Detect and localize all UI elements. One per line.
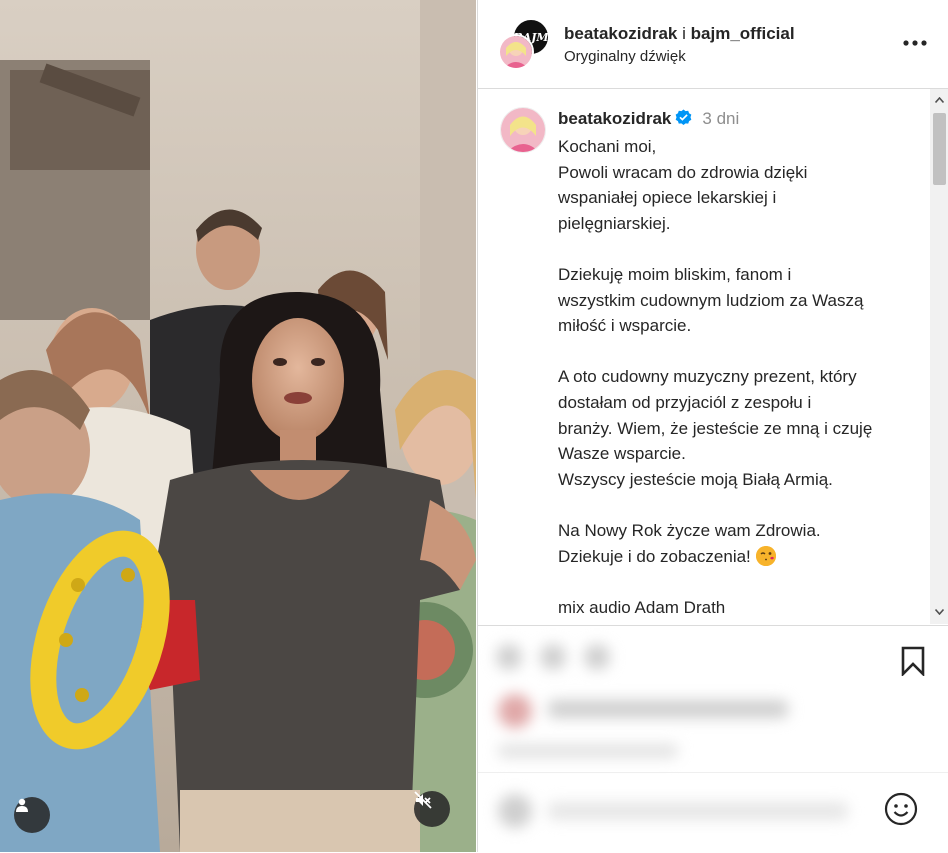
collab-username-link[interactable]: bajm_official <box>691 24 795 43</box>
caption-line: A oto cudowny muzyczny prezent, który <box>558 367 857 387</box>
caption-section: beatakozidrak 3 dni Kochani moi, Powoli w… <box>478 89 930 624</box>
caption-line: mix audio Adam Drath <box>558 597 726 617</box>
blurred-actions-and-comment <box>488 632 888 847</box>
emoji-icon[interactable] <box>884 792 918 831</box>
bookmark-icon[interactable] <box>899 646 927 681</box>
caption-line: Wasze wsparcie. <box>558 444 686 464</box>
audio-link[interactable]: Oryginalny dźwięk <box>564 48 686 65</box>
post-time[interactable]: 3 dni <box>702 109 739 128</box>
caption-line: wspaniałej opiece lekarskiej i <box>558 188 777 208</box>
caption-line: Na Nowy Rok życze wam Zdrowia. <box>558 520 821 540</box>
divider <box>478 772 948 773</box>
post-header: BAJM beatakozidrak i bajm_official Orygi… <box>478 0 948 89</box>
more-icon[interactable] <box>902 34 928 54</box>
caption-line: pielęgniarskiej. <box>558 213 671 233</box>
post-actions-area <box>478 625 948 853</box>
muted-speaker-icon[interactable] <box>414 791 450 827</box>
scrollbar-thumb[interactable] <box>933 113 946 185</box>
scroll-up-arrow-icon[interactable] <box>930 91 948 109</box>
video-frame-illustration <box>0 0 476 852</box>
caption-line: dostałam od przyjaciól z zespołu i <box>558 392 812 412</box>
caption-username[interactable]: beatakozidrak <box>558 109 671 128</box>
post-side-panel: BAJM beatakozidrak i bajm_official Orygi… <box>477 0 948 853</box>
beatakozidrak-avatar[interactable] <box>498 34 534 70</box>
caption-scrollbar[interactable] <box>930 89 948 624</box>
verified-badge-icon <box>675 109 692 131</box>
owner-names: beatakozidrak i bajm_official <box>564 24 795 44</box>
caption-header: beatakozidrak 3 dni <box>558 109 739 131</box>
user-tag-icon[interactable] <box>14 797 50 833</box>
caption-line: Dziekuje i do zobaczenia! <box>558 544 918 570</box>
caption-line: Dziekuję moim bliskim, fanom i <box>558 264 792 284</box>
caption-line: wszystkim cudownym ludziom za Waszą <box>558 290 864 310</box>
scroll-down-arrow-icon[interactable] <box>930 603 948 621</box>
caption-line-text: Dziekuje i do zobaczenia! <box>558 546 751 566</box>
caption-line: Kochani moi, <box>558 137 657 156</box>
owner-username-link[interactable]: beatakozidrak <box>564 24 677 43</box>
caption-text: Kochani moi, Powoli wracam do zdrowia dz… <box>558 134 918 624</box>
caption-line: miłość i wsparcie. <box>558 316 692 336</box>
post-video[interactable] <box>0 0 476 852</box>
caption-line: branży. Wiem, że jesteście ze mną i czuj… <box>558 418 873 438</box>
collab-avatars[interactable]: BAJM <box>498 18 550 70</box>
winking-kiss-emoji <box>755 545 776 566</box>
owner-joiner: i <box>682 24 686 43</box>
caption-line: Powoli wracam do zdrowia dzięki <box>558 162 808 182</box>
caption-line: Wszyscy jesteście moją Białą Armią. <box>558 469 833 489</box>
caption-avatar[interactable] <box>500 107 546 153</box>
